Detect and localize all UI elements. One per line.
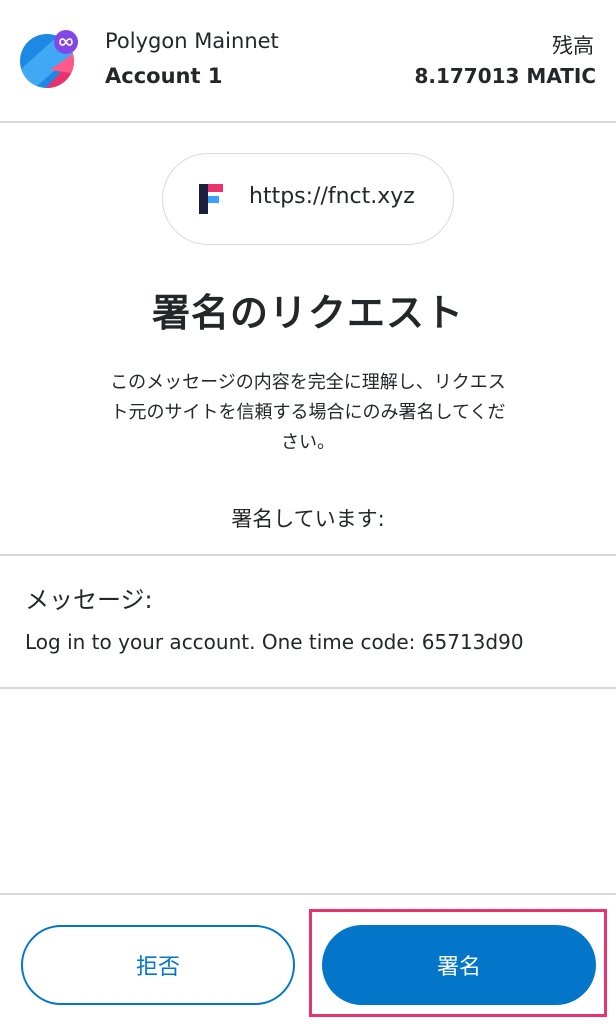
request-description: このメッセージの内容を完全に理解し、リクエス ト元のサイトを信頼する場合にのみ署… <box>72 368 544 458</box>
message-box[interactable]: メッセージ: Log in to your account. One time … <box>0 554 616 689</box>
signing-label: 署名しています: <box>231 507 385 531</box>
site-url: https://fnct.xyz <box>249 184 415 209</box>
site-origin-pill: https://fnct.xyz <box>162 153 454 245</box>
footer: 拒否 署名 <box>0 893 616 1024</box>
balance-label: 残高 <box>552 34 594 58</box>
description-line: このメッセージの内容を完全に理解し、リクエス <box>110 372 506 393</box>
description-line: さい。 <box>281 432 335 453</box>
sign-button[interactable]: 署名 <box>322 925 596 1005</box>
header: Polygon Mainnet Account 1 残高 8.177013 MA… <box>0 0 616 123</box>
description-line: ト元のサイトを信頼する場合にのみ署名してくだ <box>110 402 506 423</box>
account-name: Account 1 <box>105 64 223 88</box>
balance-value: 8.177013 MATIC <box>414 64 596 88</box>
signature-request-page: Polygon Mainnet Account 1 残高 8.177013 MA… <box>0 0 616 1024</box>
fnct-logo-icon <box>199 184 223 214</box>
account-avatar-icon[interactable] <box>20 30 78 88</box>
message-label: メッセージ: <box>25 586 153 614</box>
message-text: Log in to your account. One time code: 6… <box>25 630 524 654</box>
reject-button[interactable]: 拒否 <box>21 925 295 1005</box>
page-title: 署名のリクエスト <box>151 291 464 335</box>
network-name: Polygon Mainnet <box>105 29 279 53</box>
